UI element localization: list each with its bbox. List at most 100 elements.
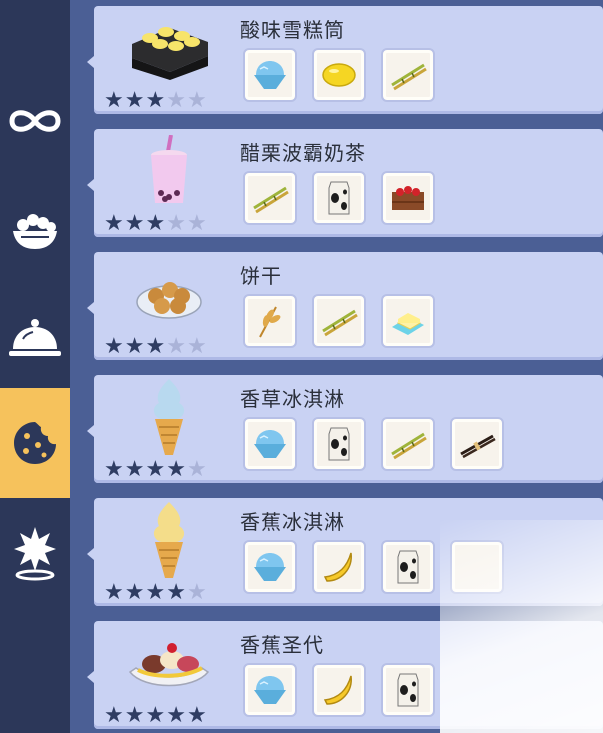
star-filled-icon: ★ [166,580,186,605]
ingredient-slots [243,663,435,717]
star-location-icon [14,527,56,581]
star-filled-icon: ★ [104,211,124,236]
recipe-thumbnail [124,258,214,330]
sugarcane-icon [250,178,290,218]
ingredient-slot[interactable] [243,48,297,102]
recipe-name: 酸味雪糕筒 [240,18,345,42]
star-rating: ★ ★ ★ ★ ★ [104,459,207,481]
star-empty-icon: ★ [166,88,186,113]
recipe-name: 醋栗波霸奶茶 [240,141,366,165]
ingredient-slot[interactable] [243,417,297,471]
star-filled-icon: ★ [145,457,166,482]
recipe-thumbnail [124,12,214,84]
strawberry-crate-icon [388,178,428,218]
recipe-card[interactable]: 酸味雪糕筒 ★ ★ ★ ★ ★ [87,6,603,114]
milk-carton-icon [388,670,428,710]
star-filled-icon: ★ [104,703,124,728]
watermark [440,520,603,733]
vanilla-ice-cream-icon [153,379,185,455]
ingredient-slot[interactable] [243,294,297,348]
star-empty-icon: ★ [186,88,207,113]
star-filled-icon: ★ [124,580,145,605]
recipe-name: 香草冰淇淋 [240,387,345,411]
ingredient-slot[interactable] [312,171,366,225]
ingredient-slots [243,294,435,348]
tab-cookie[interactable] [0,388,70,498]
recipe-card[interactable]: 饼干 ★ ★ ★ ★ ★ [87,252,603,360]
ingredient-slots [243,48,435,102]
star-empty-icon: ★ [186,211,207,236]
recipe-name: 饼干 [240,264,282,288]
ingredient-slot[interactable] [450,417,504,471]
recipe-card[interactable]: 香草冰淇淋 ★ ★ ★ ★ ★ [87,375,603,483]
star-rating: ★ ★ ★ ★ ★ [104,336,207,358]
cloche-icon [9,319,61,356]
ingredient-slot[interactable] [312,294,366,348]
ingredient-slot[interactable] [312,663,366,717]
banana-icon [319,547,359,587]
lemon-icon [319,55,359,95]
ingredient-slot[interactable] [243,663,297,717]
star-filled-icon: ★ [166,457,186,482]
star-rating: ★ ★ ★ ★ ★ [104,582,207,604]
tab-infinite[interactable] [0,66,70,176]
star-filled-icon: ★ [104,580,124,605]
star-filled-icon: ★ [124,457,145,482]
recipe-thumbnail [124,379,214,455]
milk-carton-icon [319,178,359,218]
tab-special[interactable] [0,498,70,608]
milk-carton-icon [319,424,359,464]
cookie-icon [14,422,56,464]
ingredient-slot[interactable] [381,417,435,471]
star-empty-icon: ★ [186,334,207,359]
ingredient-slot[interactable] [381,540,435,594]
star-filled-icon: ★ [145,88,166,113]
sugarcane-icon [388,55,428,95]
biscuit-plate-icon [136,282,202,319]
tab-bowl[interactable] [0,176,70,286]
ice-icon [250,547,290,587]
ingredient-slot[interactable] [243,540,297,594]
ingredient-slot[interactable] [243,171,297,225]
star-rating: ★ ★ ★ ★ ★ [104,213,207,235]
banana-sundae-icon [128,643,210,687]
ingredient-slots [243,171,435,225]
star-filled-icon: ★ [124,88,145,113]
ingredient-slot[interactable] [312,417,366,471]
star-empty-icon: ★ [186,580,207,605]
star-filled-icon: ★ [145,580,166,605]
star-empty-icon: ★ [186,457,207,482]
star-filled-icon: ★ [104,457,124,482]
star-filled-icon: ★ [145,703,166,728]
recipe-card[interactable]: 醋栗波霸奶茶 ★ ★ ★ ★ ★ [87,129,603,237]
tab-cloche[interactable] [0,283,70,393]
lemon-ice-cups-icon [132,27,208,80]
ingredient-slot[interactable] [312,48,366,102]
recipe-thumbnail [124,502,214,578]
star-filled-icon: ★ [124,334,145,359]
infinity-icon [9,110,61,132]
star-rating: ★ ★ ★ ★ ★ [104,705,207,727]
ice-icon [250,424,290,464]
recipe-thumbnail [124,627,214,699]
bowl-icon [13,214,57,249]
ice-icon [250,55,290,95]
sugarcane-icon [388,424,428,464]
vanilla-icon [457,424,497,464]
ingredient-slot[interactable] [312,540,366,594]
milk-carton-icon [388,547,428,587]
ingredient-slot[interactable] [381,48,435,102]
star-empty-icon: ★ [166,211,186,236]
star-filled-icon: ★ [124,703,145,728]
bubble-tea-icon [151,135,187,203]
ingredient-slot[interactable] [381,294,435,348]
sugarcane-icon [319,301,359,341]
banana-icon [319,670,359,710]
ice-icon [250,670,290,710]
star-filled-icon: ★ [145,211,166,236]
ingredient-slots [243,417,504,471]
ingredient-slot[interactable] [381,171,435,225]
recipe-thumbnail [124,135,214,207]
ingredient-slot[interactable] [381,663,435,717]
star-rating: ★ ★ ★ ★ ★ [104,90,207,112]
